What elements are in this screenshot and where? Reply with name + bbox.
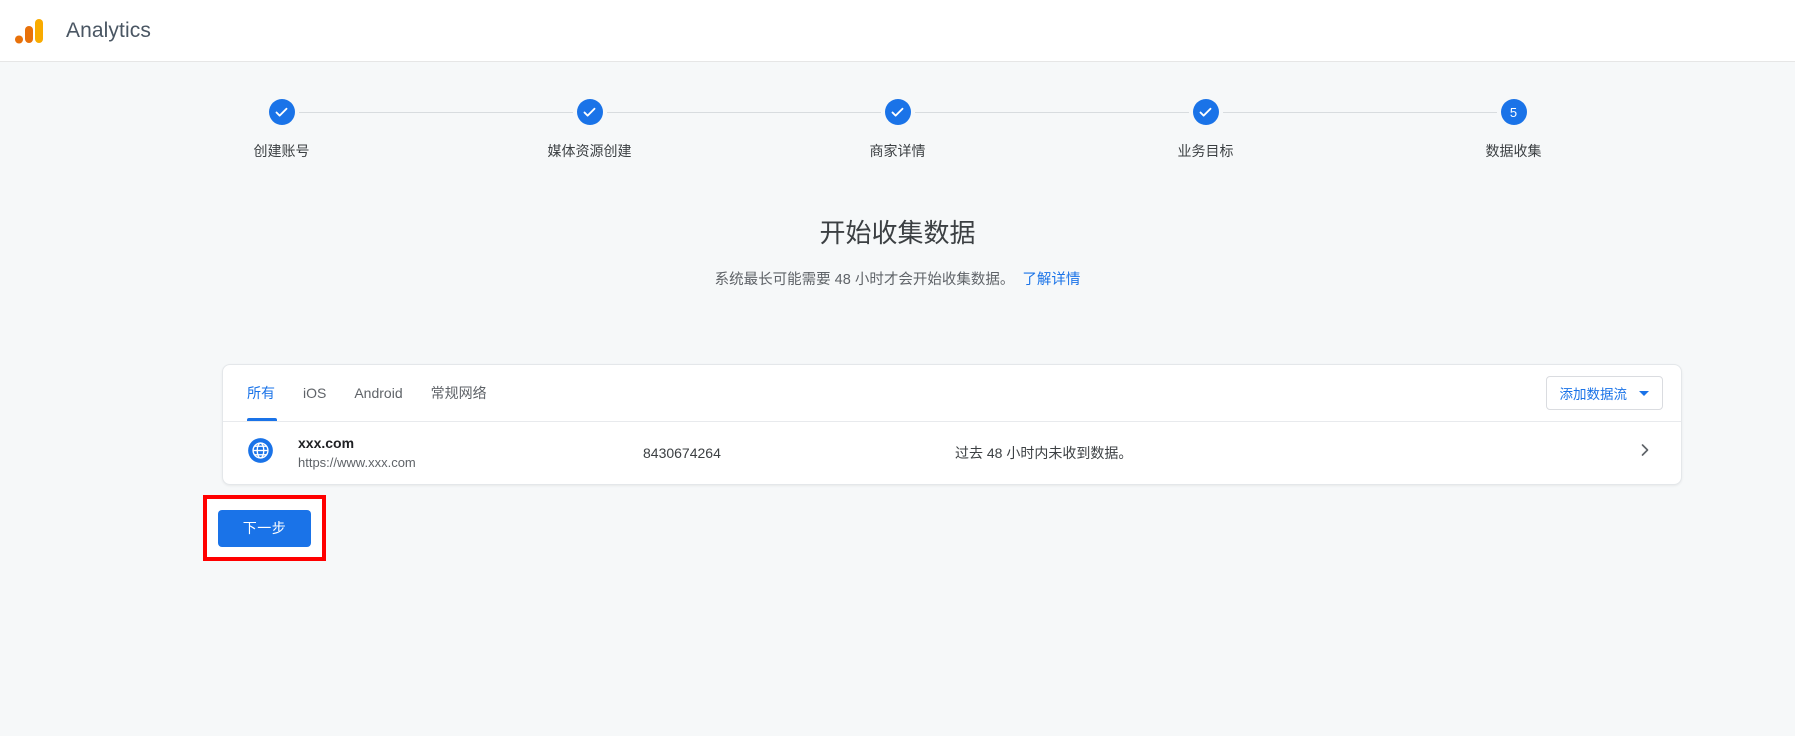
stepper-step-1: 创建账号 [128,99,436,161]
page-heading-block: 开始收集数据 系统最长可能需要 48 小时才会开始收集数据。 了解详情 [0,213,1795,289]
add-data-stream-button[interactable]: 添加数据流 [1545,376,1663,410]
stepper-connector-left [743,112,881,113]
stepper-bubble-row: 5 [1359,99,1668,125]
stepper-bubble-row [743,99,1052,125]
stepper-bubble-row [1051,99,1360,125]
stepper-step-5: 5 数据收集 [1359,99,1668,161]
tab-android[interactable]: Android [340,365,416,421]
stepper-check-icon-4 [1192,99,1219,125]
data-stream-row[interactable]: xxx.com https://www.xxx.com 8430674264 过… [223,422,1681,484]
stepper-connector-right [298,112,436,113]
data-stream-url: https://www.xxx.com [298,455,416,470]
stepper-check-icon-1 [268,99,295,125]
data-stream-id: 8430674264 [643,445,721,461]
data-stream-name: xxx.com [298,435,355,451]
google-analytics-logo-icon [12,14,46,48]
stepper-connector-left [1359,112,1497,113]
stepper-label-5: 数据收集 [1485,143,1542,159]
data-stream-status: 过去 48 小时内未收到数据。 [955,445,1133,461]
learn-more-link[interactable]: 了解详情 [1022,272,1080,288]
page-subtitle: 系统最长可能需要 48 小时才会开始收集数据。 了解详情 [0,268,1795,289]
stepper-step-4: 业务目标 [1051,99,1360,161]
stepper-bubble-row [435,99,744,125]
tab-web[interactable]: 常规网络 [417,365,501,421]
stepper-connector-right [606,112,744,113]
tab-all[interactable]: 所有 [241,365,289,421]
data-stream-identity: xxx.com https://www.xxx.com [298,435,643,471]
stepper-check-icon-3 [884,99,911,125]
stepper-connector-right [1222,112,1360,113]
next-step-button[interactable]: 下一步 [218,509,311,547]
add-data-stream-label: 添加数据流 [1559,387,1628,402]
stepper-connector-right [914,112,1052,113]
stepper-label-1: 创建账号 [253,143,310,159]
stepper-connector-left [435,112,573,113]
stream-type-tabs: 所有 iOS Android 常规网络 [241,365,501,421]
data-streams-card-header: 所有 iOS Android 常规网络 添加数据流 [223,365,1681,422]
page-title: 开始收集数据 [819,218,976,248]
stepper-number-badge-5: 5 [1500,99,1527,125]
stepper-label-2: 媒体资源创建 [547,143,632,159]
app-header: Analytics [0,0,1795,62]
stepper-label-3: 商家详情 [869,143,926,159]
chevron-down-icon [1639,390,1649,396]
tab-ios[interactable]: iOS [289,365,340,421]
next-button-annotation-highlight: 下一步 [203,495,326,561]
data-streams-card: 所有 iOS Android 常规网络 添加数据流 xxx.com https:… [222,364,1682,485]
stepper-step-2: 媒体资源创建 [435,99,744,161]
stepper-connector-left [1051,112,1189,113]
page-subtitle-text: 系统最长可能需要 48 小时才会开始收集数据。 [714,272,1015,288]
setup-stepper: 创建账号 媒体资源创建 商家详情 业务目标 5 数据收集 [128,62,1668,161]
stepper-check-icon-2 [576,99,603,125]
app-title: Analytics [66,18,151,42]
chevron-right-icon[interactable] [1635,440,1663,466]
stepper-step-3: 商家详情 [743,99,1052,161]
page-body: 创建账号 媒体资源创建 商家详情 业务目标 5 数据收集 开始收集数据 系统最长… [0,62,1795,736]
stepper-bubble-row [128,99,436,125]
stepper-label-4: 业务目标 [1177,143,1234,159]
globe-icon [247,437,274,469]
